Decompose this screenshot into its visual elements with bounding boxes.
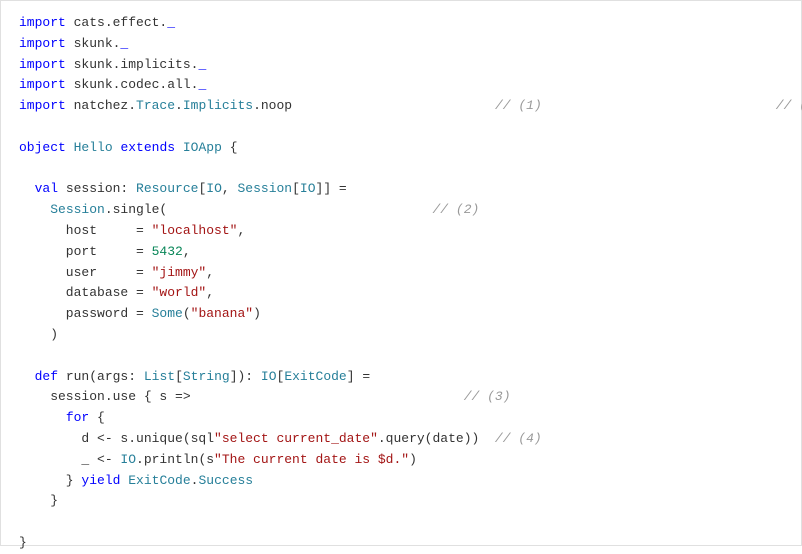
blank-line (19, 117, 783, 138)
comment-marker: // (3) (464, 389, 511, 404)
code-line: _ <- IO.println(s"The current date is $d… (19, 450, 783, 471)
code-line: ) (19, 325, 783, 346)
code-line: import skunk.codec.all._ (19, 75, 783, 96)
comment-marker: // (4) (495, 431, 542, 446)
code-line: import natchez.Trace.Implicits.noop // (… (19, 96, 783, 117)
code-line: import cats.effect._ (19, 13, 783, 34)
comment-marker: // (1) (776, 98, 802, 113)
code-line: object Hello extends IOApp { (19, 138, 783, 159)
code-line: database = "world", (19, 283, 783, 304)
code-line: import skunk._ (19, 34, 783, 55)
code-line: } yield ExitCode.Success (19, 471, 783, 492)
code-line: host = "localhost", (19, 221, 783, 242)
comment-marker: // (1) (495, 98, 542, 113)
blank-line (19, 512, 783, 533)
code-line: session.use { s => // (3) (19, 387, 783, 408)
code-line: import skunk.implicits._ (19, 55, 783, 76)
code-block: import cats.effect._ import skunk._ impo… (19, 13, 783, 554)
blank-line (19, 159, 783, 180)
blank-line (19, 346, 783, 367)
code-line: def run(args: List[String]): IO[ExitCode… (19, 367, 783, 388)
code-line: port = 5432, (19, 242, 783, 263)
code-line: user = "jimmy", (19, 263, 783, 284)
code-line: for { (19, 408, 783, 429)
code-line: d <- s.unique(sql"select current_date".q… (19, 429, 783, 450)
code-line: password = Some("banana") (19, 304, 783, 325)
comment-marker: // (2) (433, 202, 480, 217)
code-line: val session: Resource[IO, Session[IO]] = (19, 179, 783, 200)
code-line: } (19, 491, 783, 512)
code-line: Session.single( // (2) (19, 200, 783, 221)
code-line: } (19, 533, 783, 554)
